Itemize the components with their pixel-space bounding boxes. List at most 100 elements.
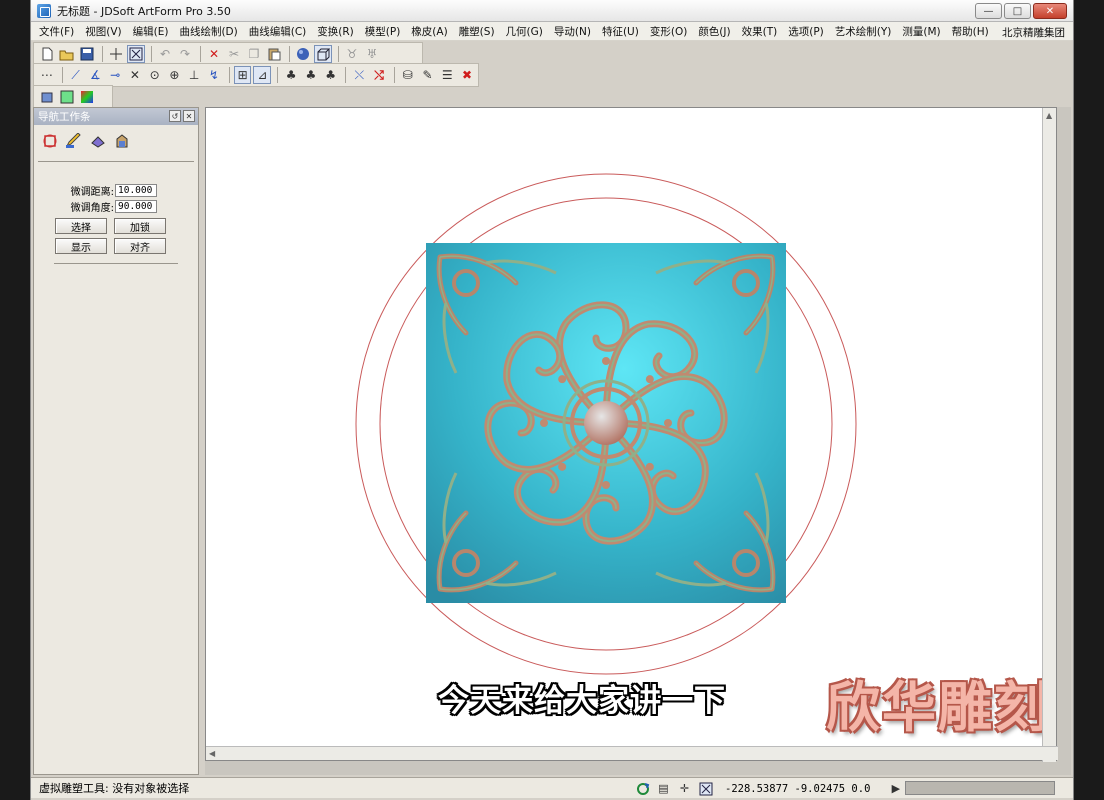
- panel-tabs: [34, 125, 198, 155]
- minimize-button[interactable]: —: [975, 3, 1002, 19]
- vertical-scrollbar[interactable]: ▲ ▼: [1042, 108, 1056, 762]
- shading-sphere-icon[interactable]: [294, 45, 312, 63]
- box-select-icon[interactable]: [127, 45, 145, 63]
- redo-icon[interactable]: ↷: [176, 45, 194, 63]
- sculpt-tool-3-icon[interactable]: ♣: [322, 66, 340, 84]
- close-button[interactable]: ✕: [1033, 3, 1067, 19]
- select-button[interactable]: 选择: [55, 218, 107, 234]
- layer-icon[interactable]: ⛁: [399, 66, 417, 84]
- center-point-icon[interactable]: ⊙: [146, 66, 164, 84]
- open-folder-icon[interactable]: [58, 45, 76, 63]
- undo-icon[interactable]: ↶: [156, 45, 174, 63]
- menu-deform[interactable]: 变形(O): [650, 24, 687, 39]
- toolbar-separator: [338, 46, 339, 62]
- menu-curve-edit[interactable]: 曲线编辑(C): [249, 24, 307, 39]
- pen-icon[interactable]: ✎: [419, 66, 437, 84]
- horizontal-scrollbar[interactable]: ◀: [206, 746, 1058, 760]
- close-tool-icon[interactable]: ✖: [458, 66, 476, 84]
- panel-title: 导航工作条: [38, 111, 91, 123]
- menu-options[interactable]: 选项(P): [788, 24, 824, 39]
- panel-pin-icon[interactable]: ↺: [169, 110, 181, 122]
- align-button[interactable]: 对齐: [114, 238, 166, 254]
- menu-view[interactable]: 视图(V): [85, 24, 121, 39]
- save-icon[interactable]: [78, 45, 96, 63]
- gradient-icon[interactable]: [78, 88, 96, 106]
- sculpt-tool-2-icon[interactable]: ♣: [302, 66, 320, 84]
- show-button[interactable]: 显示: [55, 238, 107, 254]
- panel-divider: [54, 263, 178, 264]
- title-bar: 无标题 - JDSoft ArtForm Pro 3.50 — □ ✕: [31, 0, 1073, 22]
- color-swatch-icon[interactable]: [58, 88, 76, 106]
- fine-distance-label: 微调距离:: [70, 187, 114, 198]
- crosshair-icon[interactable]: [107, 45, 125, 63]
- tab-eraser-icon[interactable]: [88, 131, 108, 151]
- fine-angle-row: 微调角度: 90.000: [68, 199, 198, 214]
- scroll-left-icon[interactable]: ◀: [209, 749, 215, 758]
- menu-file[interactable]: 文件(F): [39, 24, 74, 39]
- menu-model[interactable]: 模型(P): [365, 24, 401, 39]
- viewport-canvas[interactable]: 今天来给大家讲一下 欣华雕刻 ▲ ▼ ◀: [205, 107, 1058, 762]
- navigation-panel: 导航工作条 ↺ ✕ 微调距离: 10.000 微调角度: 90.000 选择 加…: [33, 107, 199, 775]
- menu-edit[interactable]: 编辑(E): [133, 24, 169, 39]
- tangent-icon[interactable]: ↯: [205, 66, 223, 84]
- fine-distance-row: 微调距离: 10.000: [68, 183, 198, 198]
- menu-color[interactable]: 颜色(J): [698, 24, 730, 39]
- perpendicular-icon[interactable]: ⊥: [185, 66, 203, 84]
- menu-sculpt[interactable]: 雕塑(S): [459, 24, 495, 39]
- crosshair-icon[interactable]: ✛: [677, 781, 692, 796]
- tab-edit-icon[interactable]: [64, 131, 84, 151]
- axis-snap-icon[interactable]: ⊿: [253, 66, 272, 84]
- tab-select-icon[interactable]: [40, 131, 60, 151]
- maximize-button[interactable]: □: [1004, 3, 1031, 19]
- line-icon[interactable]: ⟋: [67, 66, 85, 84]
- status-message: 虚拟雕塑工具: 没有对象被选择: [39, 782, 190, 795]
- fine-angle-input[interactable]: 90.000: [115, 200, 157, 213]
- toolbar-separator: [151, 46, 152, 62]
- menu-transform[interactable]: 变换(R): [317, 24, 354, 39]
- angle-line-icon[interactable]: ∡: [86, 66, 104, 84]
- intersect-icon[interactable]: ✕: [126, 66, 144, 84]
- box-select-icon[interactable]: [698, 781, 713, 796]
- panel-close-icon[interactable]: ✕: [183, 110, 195, 122]
- copy-icon[interactable]: ❐: [245, 45, 263, 63]
- material-icon[interactable]: [38, 88, 56, 106]
- menu-geometry[interactable]: 几何(G): [506, 24, 543, 39]
- list-icon[interactable]: ☰: [438, 66, 456, 84]
- app-window: 无标题 - JDSoft ArtForm Pro 3.50 — □ ✕ 文件(F…: [30, 0, 1074, 800]
- tool-bucket-icon[interactable]: ♅: [363, 45, 381, 63]
- menu-measure[interactable]: 测量(M): [902, 24, 940, 39]
- fine-distance-input[interactable]: 10.000: [115, 184, 157, 197]
- watermark-logo: 欣华雕刻: [826, 676, 1050, 739]
- grid-snap-icon[interactable]: ⊞: [233, 66, 252, 84]
- menu-help[interactable]: 帮助(H): [952, 24, 989, 39]
- segment-icon[interactable]: ⊸: [106, 66, 124, 84]
- menu-sweep[interactable]: 导动(N): [554, 24, 591, 39]
- trim-delete-icon[interactable]: ⤭: [370, 66, 388, 84]
- drawing-toolbar: ⋯ ⟋ ∡ ⊸ ✕ ⊙ ⊕ ⊥ ↯ ⊞ ⊿ ♣ ♣ ♣ ⤬ ⤭ ⛁ ✎ ☰ ✖: [33, 63, 479, 87]
- menu-effect[interactable]: 效果(T): [742, 24, 778, 39]
- panel-title-bar: 导航工作条 ↺ ✕: [34, 108, 198, 125]
- scroll-up-icon[interactable]: ▲: [1046, 111, 1052, 120]
- lock-button[interactable]: 加锁: [114, 218, 166, 234]
- paste-icon[interactable]: [265, 45, 283, 63]
- page-icon[interactable]: ▤: [656, 781, 671, 796]
- tool-cup-icon[interactable]: ♉: [343, 45, 361, 63]
- menu-feature[interactable]: 特征(U): [602, 24, 639, 39]
- view-cube-icon[interactable]: [314, 45, 332, 63]
- sculpt-tool-1-icon[interactable]: ♣: [282, 66, 300, 84]
- circle-point-icon[interactable]: ⊕: [165, 66, 183, 84]
- toolbar-separator: [345, 67, 347, 83]
- menu-curve-draw[interactable]: 曲线绘制(D): [179, 24, 237, 39]
- menu-eraser[interactable]: 橡皮(A): [411, 24, 447, 39]
- trim-icon[interactable]: ⤬: [350, 66, 368, 84]
- play-icon[interactable]: ▶: [888, 781, 903, 796]
- delete-icon[interactable]: ✕: [205, 45, 223, 63]
- tab-sculpt-icon[interactable]: [112, 131, 132, 151]
- workspace: 今天来给大家讲一下 欣华雕刻 ▲ ▼ ◀: [205, 107, 1071, 775]
- cut-icon[interactable]: ✂: [225, 45, 243, 63]
- new-file-icon[interactable]: [38, 45, 56, 63]
- menu-art-draw[interactable]: 艺术绘制(Y): [835, 24, 892, 39]
- snap-dots-icon[interactable]: ⋯: [38, 66, 56, 84]
- app-logo-icon: [37, 3, 51, 18]
- refresh-icon[interactable]: [635, 781, 650, 796]
